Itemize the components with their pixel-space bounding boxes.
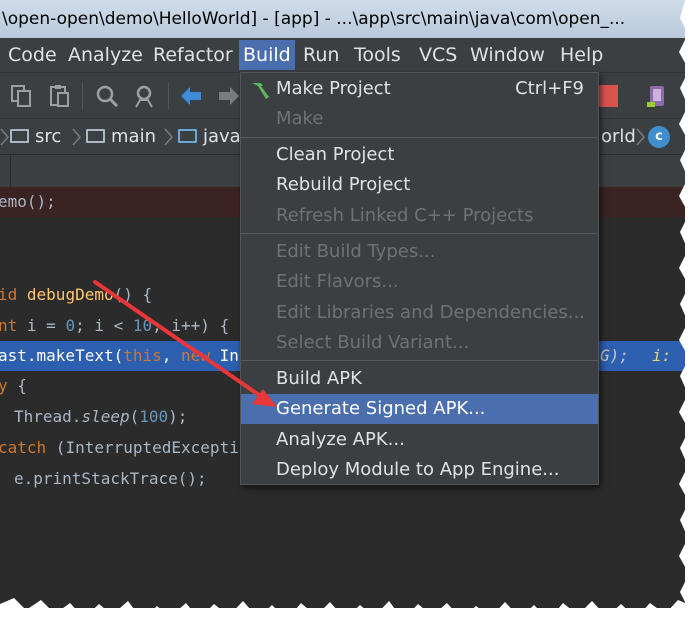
torn-edge-frame [0, 0, 692, 638]
